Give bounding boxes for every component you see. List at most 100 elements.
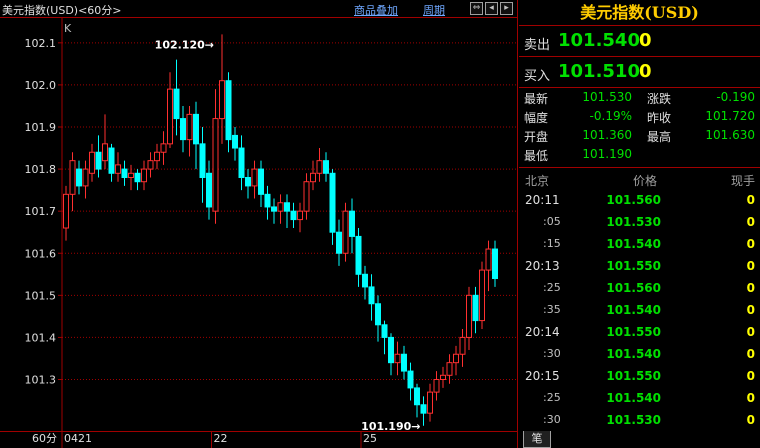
tick-row: 20:14 101.550 0 (519, 322, 760, 344)
candle-body (414, 387, 420, 406)
candle-body (284, 202, 290, 212)
quote-title: 美元指数(USD) (519, 0, 760, 26)
stat-label: 最新 (524, 92, 549, 106)
candle-body (102, 143, 108, 162)
candle-body (186, 113, 193, 141)
tick-time: :05 (543, 215, 561, 228)
tick-price: 101.540 (606, 303, 661, 317)
tick-volume: 0 (746, 303, 755, 317)
sell-volume: 0 (639, 30, 652, 51)
tick-row: 20:15 101.550 0 (519, 366, 760, 388)
tick-time: :30 (543, 347, 561, 360)
candle-body (199, 143, 206, 179)
candle-body (82, 168, 89, 187)
candle-body (212, 118, 219, 212)
stat-value: 101.630 (705, 128, 755, 142)
candle-body (355, 235, 362, 275)
candle-body (95, 151, 102, 170)
tick-time: 20:13 (525, 259, 560, 273)
tick-price: 101.530 (606, 215, 661, 229)
tick-volume: 0 (746, 413, 755, 427)
candle-body (472, 294, 479, 322)
candle-body (108, 147, 115, 174)
buy-volume: 0 (639, 61, 652, 82)
candle-body (329, 172, 336, 233)
candle-body (76, 168, 82, 187)
y-tick-label: 102.0 (25, 79, 57, 92)
tick-volume: 0 (746, 215, 755, 229)
stat-label: 最低 (524, 149, 549, 163)
ticks-header-volume: 现手 (730, 174, 755, 188)
candle-body (485, 248, 492, 271)
candle-body (394, 353, 401, 364)
ticks-header: 北京 价格 现手 (519, 170, 760, 190)
stat-row: 开盘 101.360 最高 101.630 (519, 126, 760, 145)
candle-body (141, 168, 147, 183)
candle-body (206, 172, 212, 208)
tick-volume: 0 (746, 237, 755, 251)
candle-body (427, 391, 433, 414)
tick-row: 20:11 101.560 0 (519, 190, 760, 212)
overlay-commodity-link[interactable]: 商品叠加 (354, 2, 398, 18)
x-axis: 60分 0421 22 25 (32, 431, 377, 448)
candlestick-chart[interactable]: K 102.1 102.0 101.9 101.8 101.7 101.6 101.5 101.… (0, 18, 518, 448)
stat-value: 101.190 (582, 147, 632, 161)
forward-icon[interactable]: ▸ (500, 2, 513, 15)
x-tick-label: 22 (214, 432, 228, 445)
candle-body (69, 160, 76, 195)
candle-body (277, 202, 284, 212)
candle-body (453, 353, 459, 364)
stat-value: -0.190 (716, 90, 755, 104)
candle-body (167, 88, 173, 145)
candle-body (433, 379, 440, 393)
candle-body (303, 181, 310, 212)
tick-price: 101.540 (606, 347, 661, 361)
stat-value: 101.720 (705, 109, 755, 123)
tick-time: 20:11 (525, 193, 560, 207)
candle-body (492, 248, 498, 280)
tick-volume: 0 (746, 281, 755, 295)
stat-value: -0.19% (589, 109, 632, 123)
candle-body (290, 210, 297, 221)
candle-body (173, 88, 180, 120)
candle-body (440, 374, 446, 380)
tick-price: 101.540 (606, 391, 661, 405)
period-link[interactable]: 周期 (423, 2, 445, 18)
candle-body (264, 193, 271, 208)
tick-row: :35 101.540 0 (519, 300, 760, 322)
buy-label: 买入 (524, 69, 551, 84)
sell-quote[interactable]: 卖出 101.540 0 (519, 27, 760, 57)
candle-body (375, 303, 381, 326)
buy-price: 101.510 (558, 61, 640, 82)
stat-value: 101.530 (582, 90, 632, 104)
back-icon[interactable]: ◂ (485, 2, 498, 15)
candle-body (271, 206, 277, 212)
candle-body (349, 210, 355, 237)
chart-footer-divider (0, 431, 518, 432)
candle-body (232, 134, 238, 149)
stat-label: 最高 (647, 130, 672, 144)
quote-stats: 最新 101.530 涨跌 -0.190 幅度 -0.19% 昨收 101.72… (519, 88, 760, 168)
candle-body (238, 147, 245, 179)
tick-price: 101.540 (606, 237, 661, 251)
tick-price: 101.530 (606, 413, 661, 427)
tick-price: 101.550 (606, 325, 661, 339)
arrows-icon[interactable]: ⇔ (470, 2, 483, 15)
candle-body (407, 370, 414, 389)
sell-label: 卖出 (524, 38, 551, 53)
tick-volume: 0 (746, 193, 755, 207)
stat-label: 开盘 (524, 130, 549, 144)
y-tick-label: 101.6 (25, 247, 57, 260)
tick-price: 101.560 (606, 193, 661, 207)
candle-body (362, 273, 368, 288)
y-tick-label: 101.7 (25, 205, 57, 218)
candle-body (160, 143, 167, 153)
candle-body (121, 168, 128, 178)
buy-quote[interactable]: 买入 101.510 0 (519, 58, 760, 88)
x-tick-label: 0421 (64, 432, 92, 445)
tick-tab[interactable]: 笔 (523, 431, 551, 448)
candle-body (147, 160, 154, 170)
tick-row: :30 101.540 0 (519, 344, 760, 366)
tick-price: 101.550 (606, 259, 661, 273)
candle-body (420, 404, 427, 414)
